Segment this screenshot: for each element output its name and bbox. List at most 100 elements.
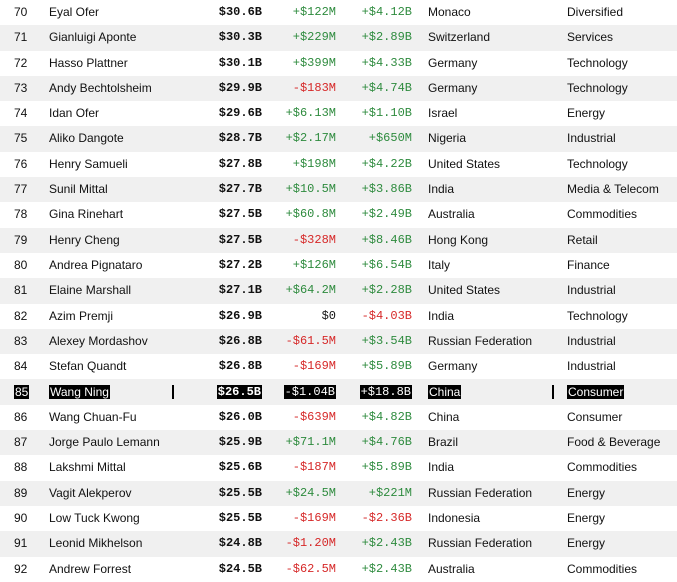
name-cell[interactable]: Andrew Forrest bbox=[49, 557, 199, 582]
country-cell: China bbox=[428, 409, 460, 424]
last-change-cell: +$24.5M bbox=[285, 485, 336, 500]
net-worth-cell-text: $26.5B bbox=[216, 385, 262, 400]
country-cell: China bbox=[428, 379, 558, 404]
table-row[interactable]: 86 Wang Chuan-Fu $26.0B -$639M +$4.82B China C… bbox=[0, 405, 677, 430]
country-cell: Israel bbox=[428, 106, 458, 121]
industry-cell: Consumer bbox=[567, 379, 677, 404]
country-cell: Nigeria bbox=[428, 131, 467, 146]
name-cell[interactable]: Andy Bechtolsheim bbox=[49, 76, 199, 101]
ytd-change-cell: +$3.54B bbox=[361, 333, 412, 348]
industry-cell: Technology bbox=[567, 55, 628, 70]
table-row[interactable]: 70 Eyal Ofer $30.6B +$122M +$4.12B Monaco Dive… bbox=[0, 0, 677, 25]
name-cell[interactable]: Wang Chuan-Fu bbox=[49, 405, 199, 430]
name-cell[interactable]: Andrea Pignataro bbox=[49, 253, 199, 278]
rank-cell: 76 bbox=[14, 156, 28, 171]
country-cell: Australia bbox=[428, 561, 475, 576]
industry-cell: Energy bbox=[567, 510, 606, 525]
net-worth-cell: $29.6B bbox=[218, 106, 262, 121]
selection-cursor-marker bbox=[172, 385, 174, 400]
industry-cell: Technology bbox=[567, 156, 628, 171]
net-worth-cell: $28.7B bbox=[218, 131, 262, 146]
last-change-cell: +$60.8M bbox=[285, 207, 336, 222]
rank-cell: 73 bbox=[14, 80, 28, 95]
ytd-change-cell: +$1.10B bbox=[361, 106, 412, 121]
table-row[interactable]: 80 Andrea Pignataro $27.2B +$126M +$6.54B Ita… bbox=[0, 253, 677, 278]
name-cell[interactable]: Aliko Dangote bbox=[49, 126, 199, 151]
table-row[interactable]: 82 Azim Premji $26.9B $0 -$4.03B India Technol… bbox=[0, 304, 677, 329]
table-row[interactable]: 71 Gianluigi Aponte $30.3B +$229M +$2.89B Swi… bbox=[0, 25, 677, 51]
last-change-cell: $0 bbox=[321, 308, 336, 323]
rank-cell: 83 bbox=[14, 333, 28, 348]
industry-cell: Industrial bbox=[567, 359, 616, 374]
table-row[interactable]: 88 Lakshmi Mittal $25.6B -$187M +$5.89B India… bbox=[0, 455, 677, 480]
ytd-change-cell: +$5.89B bbox=[361, 359, 412, 374]
rank-cell: 79 bbox=[14, 232, 28, 247]
table-row[interactable]: 79 Henry Cheng $27.5B -$328M +$8.46B Hong Kon… bbox=[0, 227, 677, 253]
name-cell[interactable]: Alexey Mordashov bbox=[49, 329, 199, 354]
last-change-cell: +$198M bbox=[292, 156, 336, 171]
industry-cell: Diversified bbox=[567, 5, 624, 19]
name-cell[interactable]: Sunil Mittal bbox=[49, 177, 199, 202]
table-row[interactable]: 72 Hasso Plattner $30.1B +$399M +$4.33B Germa… bbox=[0, 51, 677, 76]
table-row[interactable]: 73 Andy Bechtolsheim $29.9B -$183M +$4.74B Ge… bbox=[0, 75, 677, 102]
net-worth-cell: $25.6B bbox=[218, 460, 262, 475]
ytd-change-cell: -$4.03B bbox=[361, 308, 412, 323]
table-row[interactable]: 75 Aliko Dangote $28.7B +$2.17M +$650M Nigeri… bbox=[0, 126, 677, 152]
name-cell[interactable]: Gianluigi Aponte bbox=[49, 25, 199, 50]
industry-cell: Commodities bbox=[567, 561, 638, 576]
industry-cell: Consumer bbox=[567, 409, 623, 424]
country-cell: Monaco bbox=[428, 5, 471, 19]
table-row[interactable]: 78 Gina Rinehart $27.5B +$60.8M +$2.49B Austr… bbox=[0, 202, 677, 227]
name-cell[interactable]: Idan Ofer bbox=[49, 101, 199, 126]
net-worth-cell: $24.5B bbox=[218, 561, 262, 576]
last-change-cell: -$187M bbox=[292, 460, 336, 475]
rank-cell: 90 bbox=[14, 510, 28, 525]
name-cell[interactable]: Vagit Alekperov bbox=[49, 481, 199, 506]
last-change-cell: +$399M bbox=[292, 55, 336, 70]
name-cell[interactable]: Lakshmi Mittal bbox=[49, 455, 199, 480]
selection-cursor-marker bbox=[552, 385, 554, 400]
net-worth-cell: $26.9B bbox=[218, 308, 262, 323]
industry-cell: Energy bbox=[567, 536, 606, 551]
ytd-change-cell: +$4.76B bbox=[361, 435, 412, 450]
country-cell: Italy bbox=[428, 257, 451, 272]
table-row[interactable]: 91 Leonid Mikhelson $24.8B -$1.20M +$2.43B Ru… bbox=[0, 531, 677, 557]
net-worth-cell: $24.8B bbox=[218, 536, 262, 551]
table-row[interactable]: 92 Andrew Forrest $24.5B -$62.5M +$2.43B Aust… bbox=[0, 557, 677, 582]
table-row[interactable]: 90 Low Tuck Kwong $25.5B -$169M -$2.36B Indon… bbox=[0, 506, 677, 531]
country-cell: Germany bbox=[428, 359, 478, 374]
rank-cell: 75 bbox=[14, 131, 28, 146]
name-cell[interactable]: Hasso Plattner bbox=[49, 51, 199, 76]
table-row[interactable]: 74 Idan Ofer $29.6B +$6.13M +$1.10B Israel Ene… bbox=[0, 101, 677, 126]
last-change-cell: -$169M bbox=[292, 510, 336, 525]
industry-cell: Technology bbox=[567, 80, 628, 95]
name-cell[interactable]: Stefan Quandt bbox=[49, 354, 199, 379]
table-row-selected[interactable]: 85 Wang Ning $26.5B -$1.04B +$18.8B China Cons… bbox=[0, 379, 677, 405]
name-cell[interactable]: Henry Cheng bbox=[49, 228, 199, 253]
name-cell[interactable]: Leonid Mikhelson bbox=[49, 531, 199, 556]
table-row[interactable]: 76 Henry Samueli $27.8B +$198M +$4.22B United… bbox=[0, 152, 677, 177]
table-row[interactable]: 87 Jorge Paulo Lemann $25.9B +$71.1M +$4.76B… bbox=[0, 430, 677, 456]
country-cell: United States bbox=[428, 156, 501, 171]
name-cell[interactable]: Low Tuck Kwong bbox=[49, 506, 199, 531]
net-worth-cell: $26.8B bbox=[218, 359, 262, 374]
country-cell-text: China bbox=[428, 385, 462, 400]
rank-cell: 88 bbox=[14, 460, 28, 475]
name-cell[interactable]: Henry Samueli bbox=[49, 152, 199, 177]
name-cell[interactable]: Wang Ning bbox=[49, 379, 199, 404]
table-row[interactable]: 83 Alexey Mordashov $26.8B -$61.5M +$3.54B Ru… bbox=[0, 328, 677, 355]
net-worth-cell: $29.9B bbox=[218, 80, 262, 95]
rank-cell: 74 bbox=[14, 106, 28, 121]
name-cell[interactable]: Eyal Ofer bbox=[49, 0, 199, 25]
name-cell[interactable]: Elaine Marshall bbox=[49, 278, 199, 303]
table-row[interactable]: 77 Sunil Mittal $27.7B +$10.5M +$3.86B India M… bbox=[0, 177, 677, 203]
name-cell[interactable]: Gina Rinehart bbox=[49, 202, 199, 227]
table-row[interactable]: 81 Elaine Marshall $27.1B +$64.2M +$2.28B Uni… bbox=[0, 278, 677, 304]
net-worth-cell: $25.5B bbox=[218, 485, 262, 500]
net-worth-cell: $25.9B bbox=[218, 435, 262, 450]
last-change-cell: +$2.17M bbox=[285, 131, 336, 146]
table-row[interactable]: 84 Stefan Quandt $26.8B -$169M +$5.89B German… bbox=[0, 354, 677, 379]
name-cell[interactable]: Azim Premji bbox=[49, 304, 199, 329]
name-cell[interactable]: Jorge Paulo Lemann bbox=[49, 430, 199, 455]
table-row[interactable]: 89 Vagit Alekperov $25.5B +$24.5M +$221M Russ… bbox=[0, 480, 677, 506]
